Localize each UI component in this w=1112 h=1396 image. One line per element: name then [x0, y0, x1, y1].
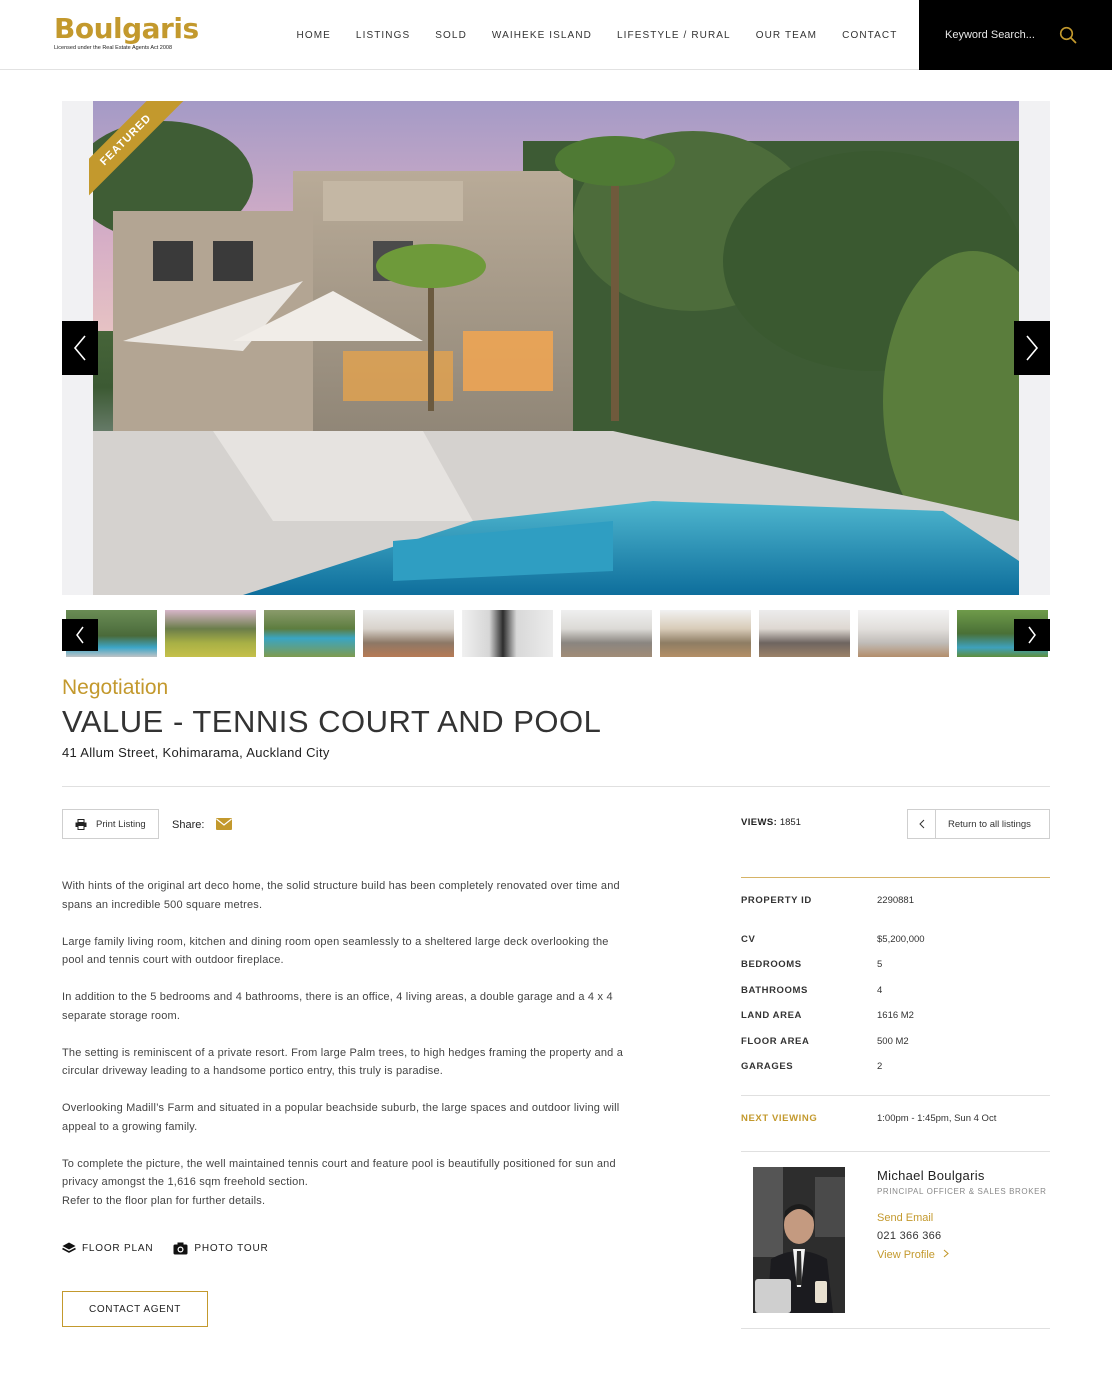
thumbnails-prev-button[interactable] [62, 619, 98, 651]
detail-value: 5 [877, 959, 883, 970]
agent-role: PRINCIPAL OFFICER & SALES BROKER [877, 1187, 1047, 1196]
layers-icon [62, 1242, 76, 1253]
chevron-left-icon [73, 335, 86, 361]
view-profile-label: View Profile [877, 1249, 935, 1261]
divider [741, 1151, 1050, 1152]
detail-value: 4 [877, 985, 883, 996]
featured-ribbon: FEATURED [89, 101, 189, 197]
divider [741, 1095, 1050, 1096]
search-input[interactable] [945, 24, 1065, 46]
featured-badge: FEATURED [89, 101, 189, 197]
floor-plan-label: FLOOR PLAN [82, 1243, 154, 1254]
next-viewing-label: NEXT VIEWING [741, 1113, 818, 1124]
description-paragraph: Large family living room, kitchen and di… [62, 935, 609, 967]
photo-tour-label: PHOTO TOUR [194, 1243, 269, 1254]
hero-gallery: FEATURED [62, 101, 1050, 595]
description-paragraph: To complete the picture, the well mainta… [62, 1157, 616, 1189]
logo-tagline: Licensed under the Real Estate Agents Ac… [54, 45, 173, 51]
photo-tour-link[interactable]: PHOTO TOUR [173, 1242, 268, 1255]
thumbnail-9[interactable] [858, 610, 949, 657]
media-links: FLOOR PLAN PHOTO TOUR [62, 1242, 268, 1255]
detail-label: GARAGES [741, 1061, 794, 1072]
search-icon[interactable] [1059, 26, 1077, 44]
nav-item-sold[interactable]: SOLD [423, 30, 480, 41]
nav-item-contact[interactable]: CONTACT [830, 30, 910, 41]
mail-icon[interactable] [216, 818, 232, 830]
gallery-prev-button[interactable] [62, 321, 98, 375]
print-listing-button[interactable]: Print Listing [62, 809, 159, 839]
view-profile-link[interactable]: View Profile [877, 1249, 949, 1261]
thumbnail-8[interactable] [759, 610, 850, 657]
views-value: 1851 [779, 817, 801, 828]
thumbnail-2[interactable] [165, 610, 256, 657]
divider [741, 1328, 1050, 1329]
description-paragraph: Refer to the floor plan for further deta… [62, 1194, 266, 1207]
gallery-next-button[interactable] [1014, 321, 1050, 375]
detail-label: CV [741, 934, 756, 945]
thumbnail-3[interactable] [264, 610, 355, 657]
next-viewing-value: 1:00pm - 1:45pm, Sun 4 Oct [877, 1113, 997, 1124]
description-paragraph: With hints of the original art deco home… [62, 880, 620, 911]
description-paragraph: Overlooking Madill’s Farm and situated i… [62, 1102, 620, 1133]
detail-value: 1616 M2 [877, 1010, 914, 1021]
logo-wordmark: Boulgaris [54, 12, 199, 45]
nav-item-our-team[interactable]: OUR TEAM [743, 30, 829, 41]
brand-logo[interactable]: Boulgaris Licensed under the Real Estate… [54, 12, 199, 52]
detail-label: FLOOR AREA [741, 1036, 810, 1047]
share-label: Share: [172, 819, 205, 831]
detail-label: PROPERTY ID [741, 895, 812, 906]
detail-label: LAND AREA [741, 1010, 802, 1021]
detail-value: $5,200,000 [877, 934, 925, 945]
nav-item-home[interactable]: HOME [284, 30, 343, 41]
chevron-left-icon [908, 810, 936, 838]
detail-label: BEDROOMS [741, 959, 802, 970]
agent-photo [753, 1167, 845, 1313]
search-box [919, 0, 1112, 70]
listing-status: Negotiation [62, 676, 169, 699]
contact-agent-button[interactable]: CONTACT AGENT [62, 1291, 208, 1327]
chevron-right-icon [943, 1249, 949, 1258]
agent-phone[interactable]: 021 366 366 [877, 1230, 941, 1242]
thumbnail-strip [62, 610, 1050, 657]
detail-value: 2 [877, 1061, 883, 1072]
hero-photo-illustration [93, 101, 1019, 595]
camera-icon [173, 1242, 188, 1255]
chevron-right-icon [1026, 335, 1039, 361]
listing-description: With hints of the original art deco home… [62, 877, 632, 1210]
hero-photo [93, 101, 1019, 595]
return-to-listings-label: Return to all listings [948, 818, 1031, 830]
send-email-link[interactable]: Send Email [877, 1212, 933, 1224]
detail-value: 500 M2 [877, 1036, 909, 1047]
detail-label: BATHROOMS [741, 985, 808, 996]
nav-item-waiheke-island[interactable]: WAIHEKE ISLAND [479, 30, 604, 41]
site-header: Boulgaris Licensed under the Real Estate… [0, 0, 1112, 70]
details-top-divider [741, 877, 1050, 878]
views-label: VIEWS: [741, 817, 778, 828]
thumbnail-4[interactable] [363, 610, 454, 657]
agent-name: Michael Boulgaris [877, 1168, 985, 1183]
main-nav: HOME LISTINGS SOLD WAIHEKE ISLAND LIFEST… [284, 0, 910, 70]
nav-item-lifestyle-rural[interactable]: LIFESTYLE / RURAL [604, 30, 743, 41]
divider [62, 786, 1050, 787]
views-counter: VIEWS: 1851 [741, 817, 801, 828]
chevron-left-icon [76, 626, 84, 644]
thumbnail-6[interactable] [561, 610, 652, 657]
thumbnails-next-button[interactable] [1014, 619, 1050, 651]
listing-address: 41 Allum Street, Kohimarama, Auckland Ci… [62, 745, 330, 760]
thumbnail-5[interactable] [462, 610, 553, 657]
return-to-listings-button[interactable]: Return to all listings [907, 809, 1050, 839]
listing-title: VALUE - TENNIS COURT AND POOL [62, 704, 602, 739]
agent-portrait [753, 1167, 845, 1313]
printer-icon [75, 818, 87, 830]
print-listing-label: Print Listing [96, 818, 146, 830]
description-paragraph: In addition to the 5 bedrooms and 4 bath… [62, 991, 613, 1022]
detail-value: 2290881 [877, 895, 914, 906]
floor-plan-link[interactable]: FLOOR PLAN [62, 1242, 153, 1255]
chevron-right-icon [1028, 626, 1036, 644]
description-paragraph: The setting is reminiscent of a private … [62, 1046, 624, 1078]
nav-item-listings[interactable]: LISTINGS [343, 30, 422, 41]
thumbnail-7[interactable] [660, 610, 751, 657]
